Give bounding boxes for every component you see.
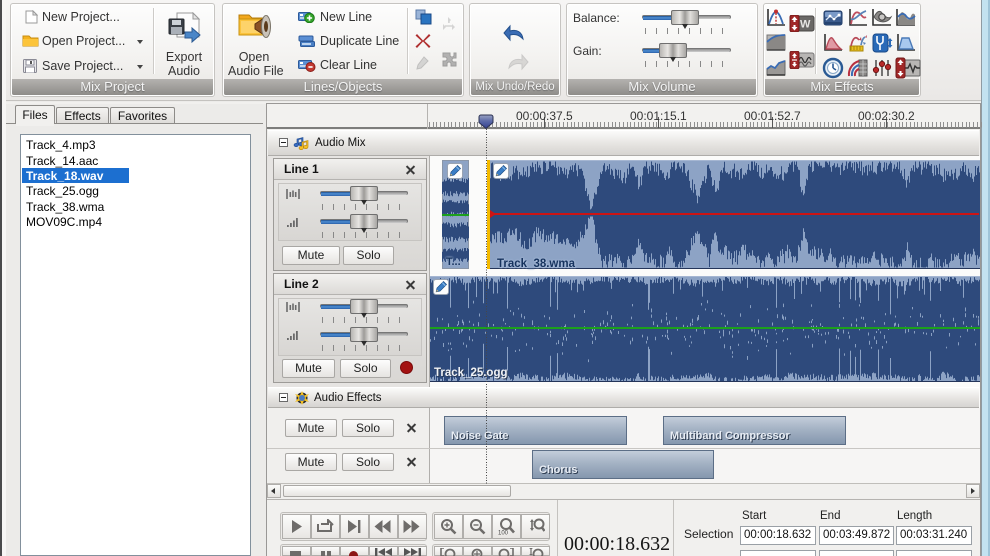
svg-text:100: 100: [498, 531, 509, 536]
